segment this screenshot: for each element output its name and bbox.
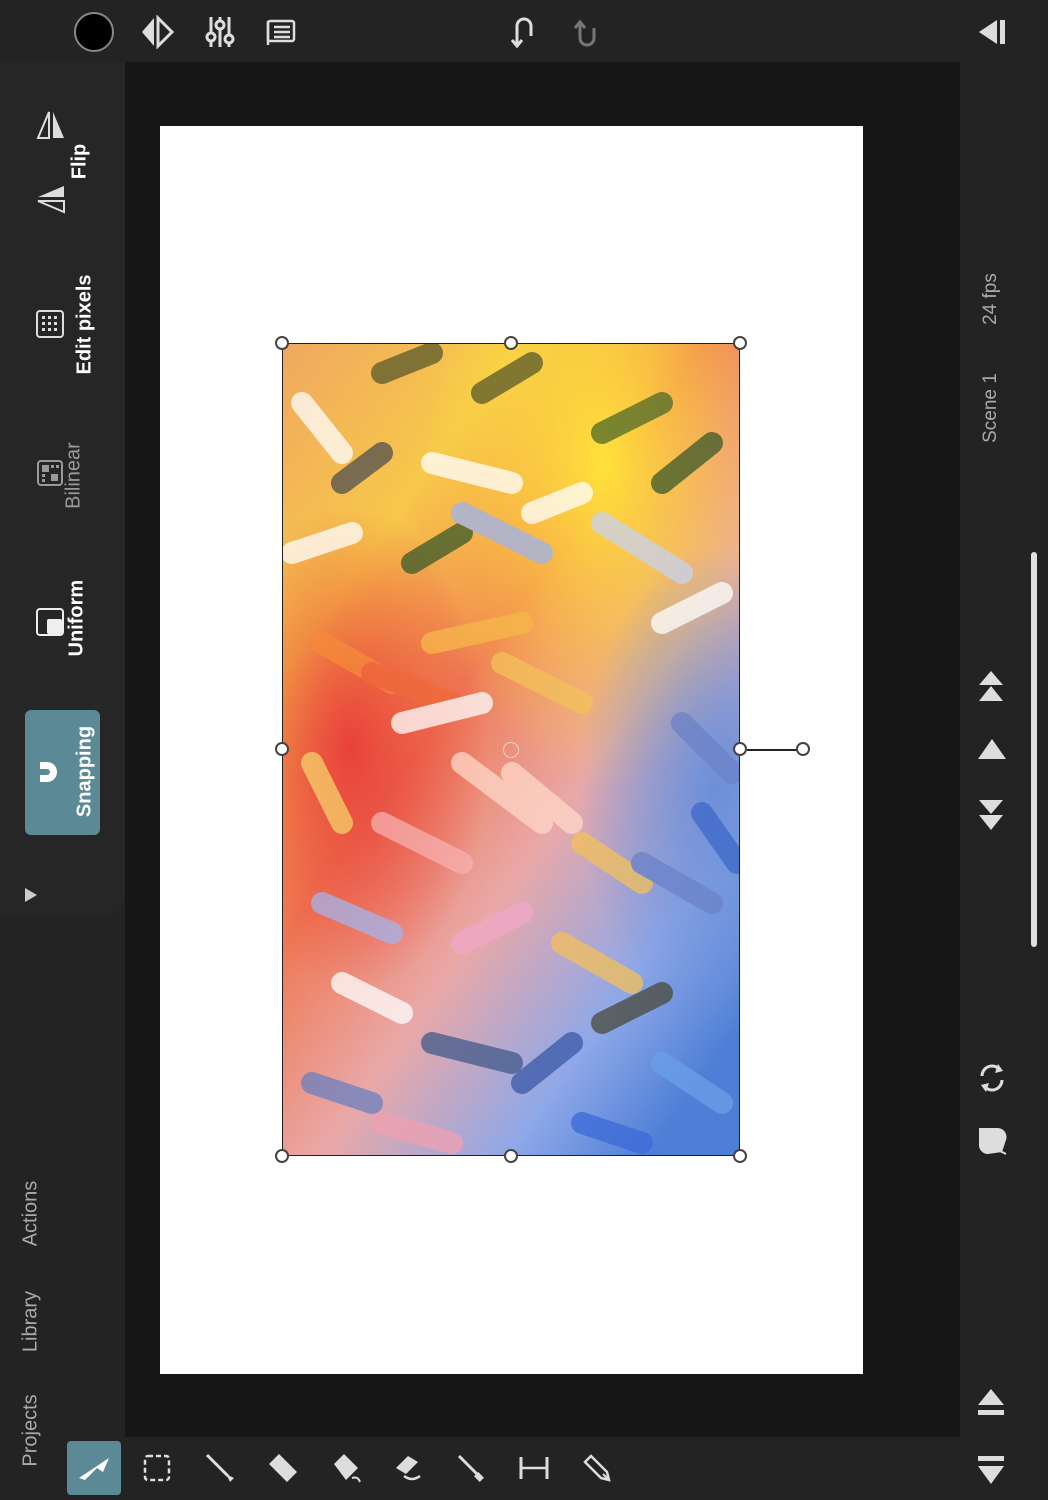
undo-button[interactable] bbox=[498, 6, 550, 58]
expand-panel-icon[interactable] bbox=[24, 887, 38, 903]
transform-tool-button[interactable] bbox=[67, 1441, 121, 1495]
collapse-panel-button[interactable] bbox=[966, 6, 1018, 58]
pixel-grid-icon bbox=[36, 310, 64, 338]
magnet-icon bbox=[40, 762, 57, 782]
eject-down-icon[interactable] bbox=[976, 1454, 1006, 1486]
move-up-icon[interactable] bbox=[977, 737, 1007, 761]
brush-tool-button[interactable] bbox=[193, 1441, 247, 1495]
interpolation-icon bbox=[37, 460, 63, 486]
transform-handle-top-right[interactable] bbox=[733, 336, 747, 350]
smudge-tool-button[interactable] bbox=[381, 1441, 435, 1495]
collapse-panel-icon bbox=[979, 20, 1005, 44]
eraser-tool-icon bbox=[269, 1454, 297, 1482]
snapping-label: Snapping bbox=[73, 725, 96, 818]
smudge-tool-icon bbox=[396, 1456, 421, 1481]
uniform-scale-icon bbox=[36, 608, 64, 636]
brush-style-button[interactable] bbox=[131, 6, 183, 58]
redo-button[interactable] bbox=[561, 6, 613, 58]
ruler-tool-icon bbox=[519, 1457, 549, 1479]
fit-to-canvas-icon[interactable] bbox=[976, 1124, 1008, 1156]
brush-style-icon bbox=[142, 15, 174, 49]
pen-tool-icon bbox=[583, 1454, 611, 1482]
flip-vertical-icon bbox=[37, 186, 65, 214]
top-toolbar bbox=[0, 0, 1048, 62]
flip-label: Flip bbox=[68, 143, 91, 180]
fill-tool-icon bbox=[334, 1454, 361, 1483]
selection-tool-icon bbox=[143, 1454, 171, 1482]
ruler-tool-button[interactable] bbox=[507, 1441, 561, 1495]
eraser-tool-button[interactable] bbox=[256, 1441, 310, 1495]
fps-label[interactable]: 24 fps bbox=[980, 264, 1002, 334]
adjustments-icon bbox=[205, 17, 235, 47]
layers-icon bbox=[266, 19, 296, 45]
transform-handle-bottom[interactable] bbox=[504, 1149, 518, 1163]
nav-library[interactable]: Library bbox=[20, 1282, 43, 1362]
color-swatch-button[interactable] bbox=[68, 6, 120, 58]
flip-horizontal-icon bbox=[36, 111, 64, 139]
rotation-handle[interactable] bbox=[796, 742, 810, 756]
transform-options-panel: Flip Edit pixels Bilinear Uniform Snappi… bbox=[0, 62, 125, 917]
nav-actions[interactable]: Actions bbox=[20, 1174, 43, 1254]
right-panel: 24 fps Scene 1 bbox=[960, 62, 1048, 1500]
nav-projects[interactable]: Projects bbox=[20, 1391, 43, 1471]
transform-handle-left[interactable] bbox=[275, 742, 289, 756]
move-to-bottom-icon[interactable] bbox=[977, 796, 1005, 832]
eject-up-icon[interactable] bbox=[976, 1387, 1006, 1419]
pivot-point-icon[interactable] bbox=[503, 742, 519, 758]
snapping-button[interactable]: Snapping bbox=[25, 710, 100, 835]
layers-button[interactable] bbox=[255, 6, 307, 58]
rotation-handle-arm bbox=[747, 749, 797, 751]
transform-handle-top[interactable] bbox=[504, 336, 518, 350]
transform-handle-top-left[interactable] bbox=[275, 336, 289, 350]
adjustments-button[interactable] bbox=[194, 6, 246, 58]
selection-tool-button[interactable] bbox=[130, 1441, 184, 1495]
bottom-toolbar bbox=[63, 1437, 960, 1500]
pen-tool-button[interactable] bbox=[570, 1441, 624, 1495]
undo-icon bbox=[510, 17, 533, 49]
move-to-top-icon[interactable] bbox=[977, 669, 1005, 705]
fill-tool-button[interactable] bbox=[319, 1441, 373, 1495]
uniform-button[interactable]: Uniform bbox=[22, 572, 112, 677]
transform-handle-bottom-right[interactable] bbox=[733, 1149, 747, 1163]
eyedropper-tool-icon bbox=[457, 1454, 484, 1482]
flip-button[interactable]: Flip bbox=[22, 102, 112, 222]
transform-tool-icon bbox=[79, 1458, 109, 1480]
redo-icon bbox=[573, 19, 596, 47]
brush-tool-icon bbox=[205, 1453, 234, 1482]
transform-handle-bottom-left[interactable] bbox=[275, 1149, 289, 1163]
edit-pixels-button[interactable]: Edit pixels bbox=[22, 267, 112, 382]
reset-transform-icon[interactable] bbox=[976, 1062, 1008, 1094]
edit-pixels-label: Edit pixels bbox=[73, 274, 96, 375]
eyedropper-tool-button[interactable] bbox=[444, 1441, 498, 1495]
left-navigation: Actions Library Projects bbox=[0, 917, 63, 1500]
transform-handle-right[interactable] bbox=[733, 742, 747, 756]
bilinear-label: Bilinear bbox=[62, 442, 85, 509]
scene-label[interactable]: Scene 1 bbox=[980, 363, 1002, 453]
color-swatch-icon bbox=[74, 12, 114, 52]
timeline-scrollbar[interactable] bbox=[1031, 552, 1037, 947]
bilinear-button[interactable]: Bilinear bbox=[22, 427, 112, 527]
uniform-label: Uniform bbox=[65, 579, 88, 657]
